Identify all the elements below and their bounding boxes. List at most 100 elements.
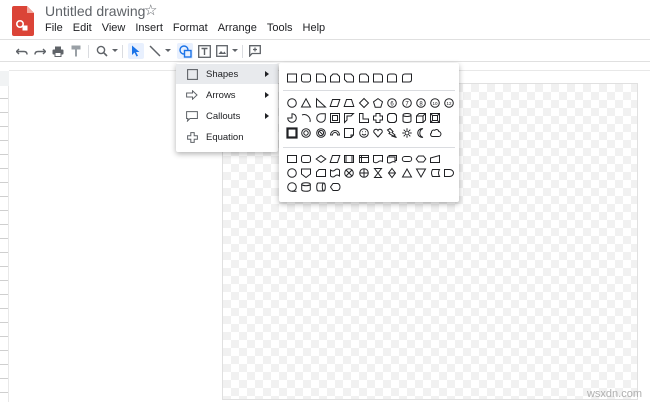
predefined-shape-icon[interactable] [342, 152, 356, 166]
sort-shape-icon[interactable] [385, 166, 399, 180]
terminator-shape-icon[interactable] [399, 152, 413, 166]
block-arc-shape-icon[interactable] [328, 126, 342, 140]
internal-storage-shape-icon[interactable] [356, 152, 370, 166]
delay-shape-icon[interactable] [442, 166, 456, 180]
triangle-shape-icon[interactable] [299, 96, 313, 110]
image-icon[interactable] [214, 43, 230, 59]
toolbar-separator [242, 45, 243, 58]
rect-shape-icon[interactable] [285, 71, 299, 85]
collate-shape-icon[interactable] [371, 166, 385, 180]
image-dropdown-icon[interactable] [232, 49, 238, 52]
cloud-shape-icon[interactable] [428, 126, 442, 140]
lightning-shape-icon[interactable] [385, 126, 399, 140]
sun-shape-icon[interactable] [399, 126, 413, 140]
round1-rect-shape-icon[interactable] [371, 71, 385, 85]
card-shape-icon[interactable] [314, 166, 328, 180]
connector-shape-icon[interactable] [285, 166, 299, 180]
select-icon[interactable] [128, 43, 144, 59]
text-box-icon[interactable] [196, 43, 212, 59]
donut-shape-icon[interactable] [299, 126, 313, 140]
menu-format[interactable]: Format [168, 21, 213, 35]
moon-shape-icon[interactable] [414, 126, 428, 140]
snip-rect-shape-icon[interactable] [314, 71, 328, 85]
zoom-icon[interactable] [94, 43, 110, 59]
teardrop-shape-icon[interactable] [314, 111, 328, 125]
hexagon-shape-icon[interactable]: 6 [385, 96, 399, 110]
preparation-shape-icon[interactable] [414, 152, 428, 166]
decagon-shape-icon[interactable]: 10 [428, 96, 442, 110]
round-diag-rect-shape-icon[interactable] [399, 71, 413, 85]
star-icon[interactable]: ☆ [144, 1, 157, 19]
cube-shape-icon[interactable] [414, 111, 428, 125]
menu-arrange[interactable]: Arrange [213, 21, 262, 35]
or-shape-icon[interactable] [356, 166, 370, 180]
oval-shape-icon[interactable] [285, 96, 299, 110]
folded-corner-shape-icon[interactable] [342, 126, 356, 140]
line-dropdown-icon[interactable] [165, 49, 171, 52]
diamond-shape-icon[interactable] [356, 96, 370, 110]
paint-format-icon[interactable] [68, 43, 84, 59]
data-shape-icon[interactable] [328, 152, 342, 166]
multidoc-shape-icon[interactable] [385, 152, 399, 166]
menu-item-shapes[interactable]: Shapes [176, 64, 278, 84]
punched-tape-shape-icon[interactable] [328, 166, 342, 180]
round-rect-shape-icon[interactable] [299, 71, 313, 85]
merge-shape-icon[interactable] [414, 166, 428, 180]
round2-rect-shape-icon[interactable] [385, 71, 399, 85]
magnetic-disk-shape-icon[interactable] [299, 180, 313, 194]
heptagon-shape-icon[interactable]: 7 [399, 96, 413, 110]
comment-icon[interactable] [247, 43, 263, 59]
decision-shape-icon[interactable] [314, 152, 328, 166]
trapezoid-shape-icon[interactable] [342, 96, 356, 110]
drawings-logo-icon[interactable] [12, 6, 34, 36]
can-shape-icon[interactable] [399, 111, 413, 125]
display-shape-icon[interactable] [328, 180, 342, 194]
stored-data-shape-icon[interactable] [428, 166, 442, 180]
document-title[interactable]: Untitled drawing [45, 3, 145, 19]
snip-diag-rect-shape-icon[interactable] [342, 71, 356, 85]
menu-item-arrows[interactable]: Arrows [176, 85, 278, 105]
document-shape-icon[interactable] [371, 152, 385, 166]
smiley-shape-icon[interactable] [356, 126, 370, 140]
frame-shape-icon[interactable] [328, 111, 342, 125]
menu-insert[interactable]: Insert [130, 21, 168, 35]
process-shape-icon[interactable] [285, 152, 299, 166]
heart-shape-icon[interactable] [371, 126, 385, 140]
dodecagon-shape-icon[interactable]: 12 [442, 96, 456, 110]
line-icon[interactable] [147, 43, 163, 59]
alt-process-shape-icon[interactable] [299, 152, 313, 166]
l-shape-shape-icon[interactable] [356, 111, 370, 125]
cross-shape-icon[interactable] [371, 111, 385, 125]
menu-file[interactable]: File [40, 21, 68, 35]
menu-help[interactable]: Help [298, 21, 331, 35]
menu-edit[interactable]: Edit [68, 21, 97, 35]
direct-access-shape-icon[interactable] [314, 180, 328, 194]
menu-item-equation[interactable]: Equation [176, 127, 278, 147]
extract-shape-icon[interactable] [399, 166, 413, 180]
no-symbol-shape-icon[interactable] [314, 126, 328, 140]
manual-input-shape-icon[interactable] [428, 152, 442, 166]
redo-icon[interactable] [32, 43, 48, 59]
shape-icon[interactable] [177, 43, 193, 59]
parallelogram-shape-icon[interactable] [328, 96, 342, 110]
undo-icon[interactable] [14, 43, 30, 59]
zoom-dropdown-icon[interactable] [112, 49, 118, 52]
pie-shape-icon[interactable] [285, 111, 299, 125]
snip2-rect-shape-icon[interactable] [328, 71, 342, 85]
print-icon[interactable] [50, 43, 66, 59]
menu-item-callouts[interactable]: Callouts [176, 106, 278, 126]
pentagon-shape-icon[interactable] [371, 96, 385, 110]
bevel-shape-icon[interactable] [428, 111, 442, 125]
sequential-shape-icon[interactable] [285, 180, 299, 194]
summing-shape-icon[interactable] [342, 166, 356, 180]
plaque-shape-icon[interactable] [385, 111, 399, 125]
right-triangle-shape-icon[interactable] [314, 96, 328, 110]
snip-round-rect-shape-icon[interactable] [356, 71, 370, 85]
octagon-shape-icon[interactable]: 8 [414, 96, 428, 110]
offpage-shape-icon[interactable] [299, 166, 313, 180]
arc-shape-icon[interactable] [299, 111, 313, 125]
half-frame-shape-icon[interactable] [342, 111, 356, 125]
menu-view[interactable]: View [97, 21, 131, 35]
menu-tools[interactable]: Tools [262, 21, 298, 35]
frame-square-shape-icon[interactable] [285, 126, 299, 140]
